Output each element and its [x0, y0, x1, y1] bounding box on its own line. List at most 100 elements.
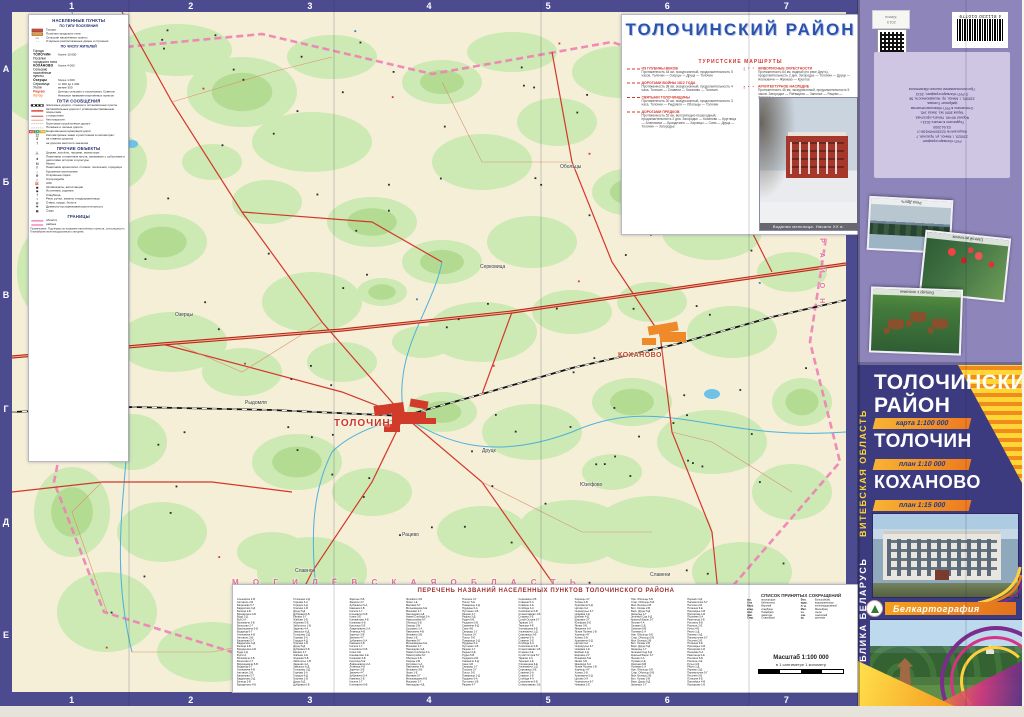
route-line-icon: [627, 112, 640, 113]
grid-column-label: 4: [426, 695, 431, 705]
legend-item: 7на дорогах местного значения: [30, 142, 127, 145]
map-title: ТОЛОЧИНСКИЙ РАЙОН: [622, 20, 859, 40]
grid-column-label: 7: [784, 1, 789, 11]
map-place-label: КОХАНОВО: [618, 352, 662, 359]
back-cover-flap: Минск2013 4 811230 010779 РУП «Белкартог…: [858, 0, 1022, 365]
legend-subsection-population: ПО ЧИСЛУ ЖИТЕЛЕЙ: [30, 44, 127, 48]
grid-column-label: 7: [784, 695, 789, 705]
publisher-banner: Белкартография: [866, 601, 1016, 616]
publisher-sticker: Минск2013: [872, 10, 910, 29]
grid-column-label: 6: [665, 1, 670, 11]
index-column: Плоское 3-ГПогост 5-ЕПожарище 2-ДПрудины…: [462, 598, 516, 686]
legend-other-item: ❀Древесно-кустарниковая растительность: [30, 206, 127, 209]
index-column: Голошево 2-ДГорново 3-АГородок 4-ДГралев…: [293, 598, 347, 686]
grid-column-label: 3: [307, 1, 312, 11]
tourist-route: • • • •ЖИВОПИСНЫЕ ОКРЕСТНОСТИПротяженнос…: [744, 67, 856, 82]
legend-other-item: ✿Старинные парки: [30, 174, 127, 177]
scale-bar: [758, 669, 844, 674]
map-place-label: Юзефово: [580, 482, 602, 488]
legend-population-item: ХуторНежилые названия населённых пунктов: [33, 94, 127, 97]
grid-column-label: 4: [426, 1, 431, 11]
grid-rows-left: АБВГДЕ: [0, 12, 12, 692]
grid-column-label: 5: [546, 1, 551, 11]
route-line-icon: [627, 68, 640, 69]
legend-population-item: Посёлки городского типа: [33, 57, 127, 63]
index-column: Заречье 3-ВЗвенячи 4-ГЗубревичи 5-АКамен…: [350, 598, 404, 686]
legend-other-items: ⛪Церкви, костёлы, часовни, монастыри▲Пам…: [30, 152, 127, 213]
route-line-icon: • • • •: [744, 85, 757, 88]
index-column: Серковица 3-ВСлавени 5-АСлавное 2-ЕСлобо…: [518, 598, 572, 686]
map-place-label: ТОЛОЧИН: [334, 418, 391, 429]
swoosh-decor: [976, 565, 1022, 605]
fold-crease: [965, 0, 967, 706]
index-column: Нов. Обольцы 5-БСтар. Обольцы 5-БМал. Бе…: [631, 598, 685, 686]
map-place-label: Славени: [650, 572, 670, 578]
cover-scale-strip-3: план 1:15 000: [873, 500, 972, 511]
legend-section-settlements: НАСЕЛЕННЫЕ ПУНКТЫ: [30, 18, 127, 23]
cover-title-line1: ТОЛОЧИНСКИЙ: [874, 371, 1022, 395]
abbreviations-title: СПИСОК ПРИНЯТЫХ СОКРАЩЕНИЙ: [747, 593, 855, 598]
legend-border-item: области: [30, 219, 127, 222]
legend-population-item: КОХАНОВОболее 4 000: [33, 64, 127, 67]
grid-row-label: Е: [3, 630, 9, 640]
fold-crease: [333, 0, 335, 706]
cover-scale-strip-1: карта 1:100 000: [873, 418, 972, 429]
abbreviations-block: СПИСОК ПРИНЯТЫХ СОКРАЩЕНИЙ агр.агрогород…: [747, 593, 855, 653]
index-columns: Аленовичи 4-ВАнтовиль 2-ББагриново 5-ГБа…: [237, 598, 743, 686]
legend-road-items: Железные дороги, станции и остановочные …: [30, 104, 127, 145]
scale-block: Масштаб 1:100 000 в 1 сантиметре 1 килом…: [747, 655, 855, 674]
legend-subsection-type: ПО ТИПУ ПОСЕЛЕНИЯ: [30, 24, 127, 28]
index-column: Перевоз 3-ДПереволочня 5-ГПесочня 2-БПот…: [687, 598, 741, 686]
abbreviation-item: Стар.Старый(ая): [747, 617, 801, 620]
legend-type-items: ГородаПосёлки городского типа⌂⌂Сельские …: [30, 29, 127, 44]
back-photo-deer-caption: Вольер с оленями: [873, 288, 961, 297]
legend-section-transport: ПУТИ СООБЩЕНИЯ: [30, 99, 127, 104]
legend-other-item: ▦Сады: [30, 209, 127, 212]
route-line-icon: [627, 97, 640, 98]
fold-crease: [748, 0, 750, 706]
cover-title-line2: РАЙОН: [874, 394, 950, 418]
grid-row-label: А: [3, 64, 10, 74]
title-panel: ТОЛОЧИНСКИЙ РАЙОН ТУРИСТСКИЕ МАРШРУТЫ ИЗ…: [621, 14, 860, 235]
map-place-label: Серковица: [480, 264, 505, 270]
imprint-panel: РУП «Белкартография»220029, г. Минск, ул…: [874, 52, 1010, 178]
map-place-label: Рацево: [402, 532, 419, 538]
legend-section-borders: ГРАНИЦЫ: [30, 214, 127, 219]
cover-town-tolochin: ТОЛОЧИН: [874, 431, 972, 453]
route-line-icon: [627, 83, 640, 84]
cover-scale-strip-2: план 1:10 000: [873, 459, 972, 470]
barcode: 4 811230 010779: [952, 12, 1008, 48]
tourist-route: ДОРОГАМИ ПРЕДКОВПротяженность 52 км, вел…: [627, 110, 739, 128]
index-column: Харчицы 4-ГХолмы 2-ВХраповичи 5-ДЦотово …: [575, 598, 629, 686]
legend-border-item: района: [30, 223, 127, 226]
fold-crease: [128, 0, 130, 706]
fold-crease-main: [857, 0, 860, 706]
legend-other-item: ▣Автовокзалы, автостанции: [30, 186, 127, 189]
grid-column-label: 3: [307, 695, 312, 705]
legend-population-item: Города: [33, 49, 127, 52]
grid-columns-top: 1 2 3 4 5 6 7: [12, 0, 846, 12]
legend-item: с покрытием: [30, 115, 127, 118]
grid-row-label: Д: [3, 517, 9, 527]
grid-column-label: 1: [69, 1, 74, 11]
grid-column-label: 6: [665, 695, 670, 705]
grid-row-label: Б: [3, 177, 9, 187]
tourist-routes-title: ТУРИСТСКИЕ МАРШРУТЫ: [622, 59, 859, 65]
legend-population-item: РацевоЦентры сельских и поселкового Сове…: [33, 90, 127, 93]
page-margin-bottom: [0, 706, 1024, 717]
legend-population-items: ГородаТОЛОЧИНболее 10 000Посёлки городск…: [30, 49, 127, 97]
mill-building: [786, 136, 848, 178]
tourist-route: ИЗ ГЛУБИНЫ ВЕКОВПротяженность 44 км, экс…: [627, 67, 739, 78]
legend-other-item: ▲Памятники и памятные места, связанные с…: [30, 156, 127, 162]
legend-population-item: Озерцыболее 1 000: [33, 78, 127, 81]
legend-panel: НАСЕЛЕННЫЕ ПУНКТЫ ПО ТИПУ ПОСЕЛЕНИЯ Горо…: [28, 14, 129, 462]
mill-photo: Водяная мельница. Начало XX в.: [759, 97, 858, 231]
map-place-label: Друцк: [482, 448, 496, 454]
mill-photo-caption: Водяная мельница. Начало XX в.: [760, 223, 857, 230]
publisher-emblem-icon: [866, 600, 883, 617]
legend-population-item: Серковицаот 300 до 1 000: [33, 82, 127, 85]
grid-column-label: 2: [188, 1, 193, 11]
legend-other-item: ◉Источники, родники: [30, 190, 127, 193]
legend-item: Автомобильные дороги с усовершенствованн…: [30, 108, 127, 114]
grid-column-label: 2: [188, 695, 193, 705]
